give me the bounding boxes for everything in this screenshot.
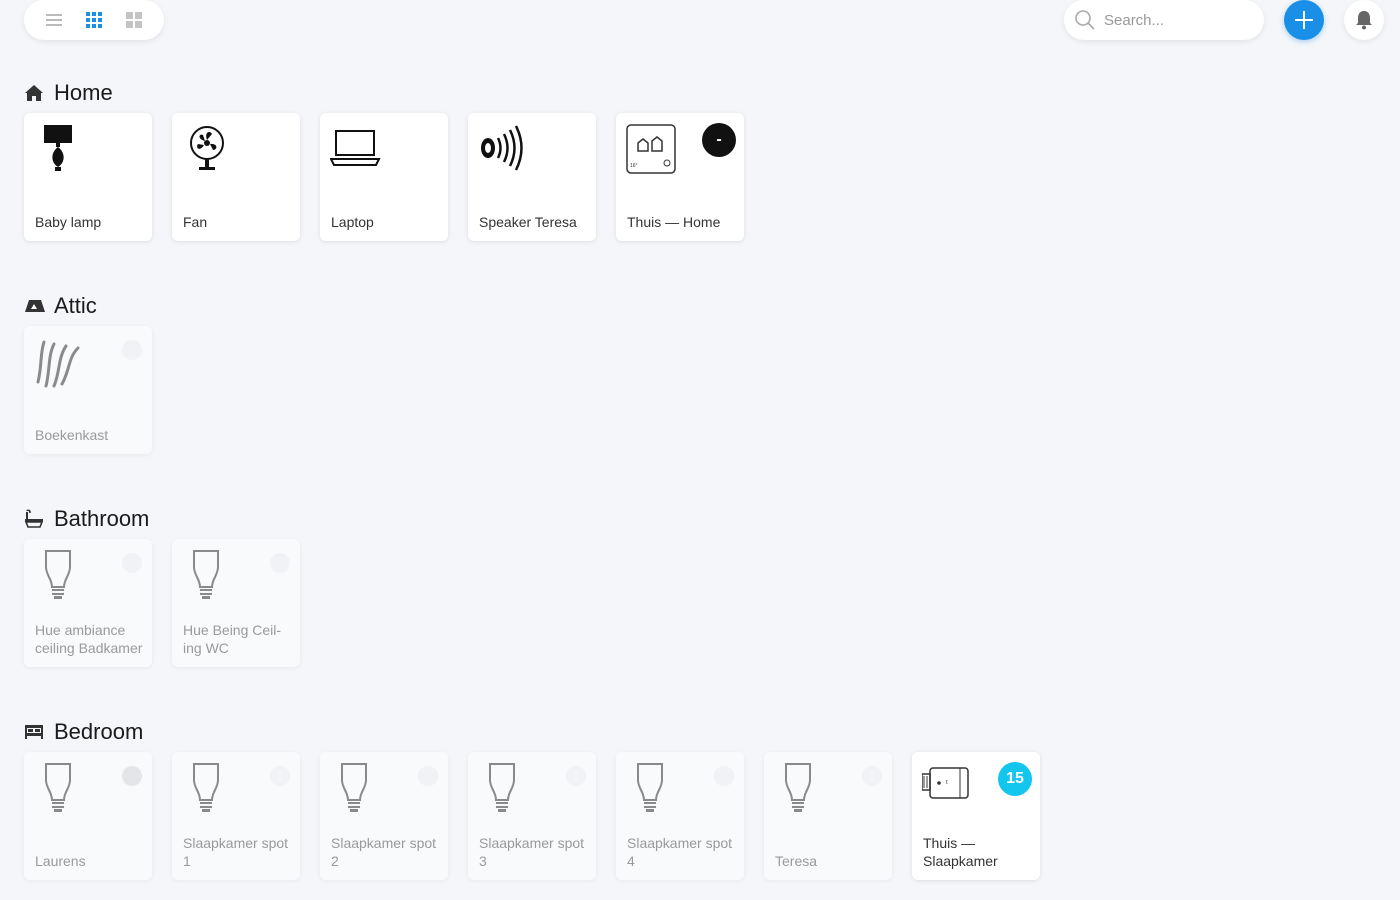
device-label: Slaapkamer spot 1 [183,835,289,869]
notifications-button[interactable] [1344,0,1384,40]
grid-large-view-button[interactable] [122,8,146,32]
device-card-slaapkamer-spot-2[interactable]: Slaapkamer spot 2 [320,752,448,880]
device-card-slaapkamer-spot-1[interactable]: Slaapkamer spot 1 [172,752,300,880]
device-list: Laurens Slaapkamer spot 1 Slaapkamer spo… [24,752,1040,880]
section-bathroom: Bathroom Hue ambiance ceiling Badkamer H… [24,506,300,667]
search-input[interactable] [1104,11,1254,29]
home-icon [24,82,46,104]
section-header: Bathroom [24,506,149,532]
status-badge: 15 [998,762,1032,796]
speaker-icon [481,125,523,171]
svg-text:16°: 16° [630,163,638,169]
bulb-icon [785,763,811,812]
device-card-fan[interactable]: Fan [172,113,300,241]
fan-icon [190,126,224,170]
device-label: Thuis — Slaapkamer [923,835,998,869]
device-label: Laptop [331,214,374,230]
bed-icon [24,721,46,743]
laptop-icon [330,130,381,166]
device-card-hue-being-ceiling-wc[interactable]: Hue Being Ceil-ing WC [172,539,300,667]
device-card-speaker-teresa[interactable]: Speaker Teresa [468,113,596,241]
status-badge: - [702,123,736,157]
grid-small-view-button[interactable] [82,8,106,32]
device-label: Fan [183,214,208,230]
bulb-icon [193,763,219,812]
power-toggle[interactable] [122,340,142,360]
plus-icon [1295,11,1313,29]
section-home: Home Baby lamp Fan Laptop Speaker Teresa… [24,80,744,241]
device-label: Hue Being Ceil-ing WC [183,622,282,656]
device-card-slaapkamer-spot-3[interactable]: Slaapkamer spot 3 [468,752,596,880]
bulb-icon [341,763,367,812]
radiator-valve-icon: ᵗ [922,767,969,799]
badge-value: - [716,131,722,148]
power-toggle[interactable] [122,553,142,573]
bathtub-icon [24,508,46,530]
device-card-thuis-slaapkamer[interactable]: ᵗ 15 Thuis — Slaapkamer [912,752,1040,880]
section-header: Home [24,80,113,106]
device-label: Baby lamp [35,214,102,230]
device-card-thuis-home[interactable]: 16° - Thuis — Home [616,113,744,241]
device-card-laurens[interactable]: Laurens [24,752,152,880]
section-bedroom: Bedroom Laurens Slaapkamer spot 1 Slaapk… [24,719,1040,880]
light-strip-icon [36,340,80,388]
device-card-slaapkamer-spot-4[interactable]: Slaapkamer spot 4 [616,752,744,880]
device-card-teresa[interactable]: Teresa [764,752,892,880]
power-toggle[interactable] [122,766,142,786]
power-toggle[interactable] [270,766,290,786]
bulb-icon [637,763,663,812]
device-card-hue-ambiance-ceiling-badkamer[interactable]: Hue ambiance ceiling Badkamer [24,539,152,667]
power-toggle[interactable] [714,766,734,786]
device-card-baby-lamp[interactable]: Baby lamp [24,113,152,241]
search-box[interactable] [1064,0,1264,40]
device-label: Slaapkamer spot 2 [331,835,437,869]
device-label: Speaker Teresa [479,214,577,230]
section-attic: Attic Boekenkast [24,293,152,454]
section-title: Bathroom [54,506,150,531]
device-label: Slaapkamer spot 4 [627,835,733,869]
section-title: Attic [54,293,97,318]
section-header: Bedroom [24,719,143,745]
power-toggle[interactable] [418,766,438,786]
badge-value: 15 [1006,770,1024,787]
view-switcher [24,0,164,40]
section-title: Home [54,80,113,105]
add-button[interactable] [1284,0,1324,40]
bulb-icon [45,763,71,812]
section-header: Attic [24,293,97,319]
list-view-button[interactable] [42,8,66,32]
grid-large-icon [126,12,142,28]
device-label: Teresa [775,853,818,869]
bulb-icon [193,550,219,599]
device-label: Laurens [35,853,86,869]
device-list: Baby lamp Fan Laptop Speaker Teresa 16° … [24,113,744,241]
device-card-boekenkast[interactable]: Boekenkast [24,326,152,454]
bulb-icon [45,550,71,599]
grid-small-icon [86,12,102,28]
device-label: Hue ambiance ceiling Badkamer [35,622,143,656]
device-list: Hue ambiance ceiling Badkamer Hue Being … [24,539,300,667]
bell-icon [1356,11,1372,30]
table-lamp-icon [44,125,72,171]
power-toggle[interactable] [566,766,586,786]
list-icon [46,14,62,26]
svg-text:ᵗ: ᵗ [946,778,948,788]
search-icon [1075,10,1095,30]
device-label: Slaapkamer spot 3 [479,835,585,869]
device-label: Thuis — Home [627,214,721,230]
attic-icon [24,295,46,317]
section-title: Bedroom [54,719,144,744]
device-list: Boekenkast [24,326,152,454]
bulb-icon [489,763,515,812]
thermostat-icon: 16° [626,124,676,174]
power-toggle[interactable] [862,766,882,786]
power-toggle[interactable] [270,553,290,573]
device-card-laptop[interactable]: Laptop [320,113,448,241]
device-label: Boekenkast [35,427,109,443]
